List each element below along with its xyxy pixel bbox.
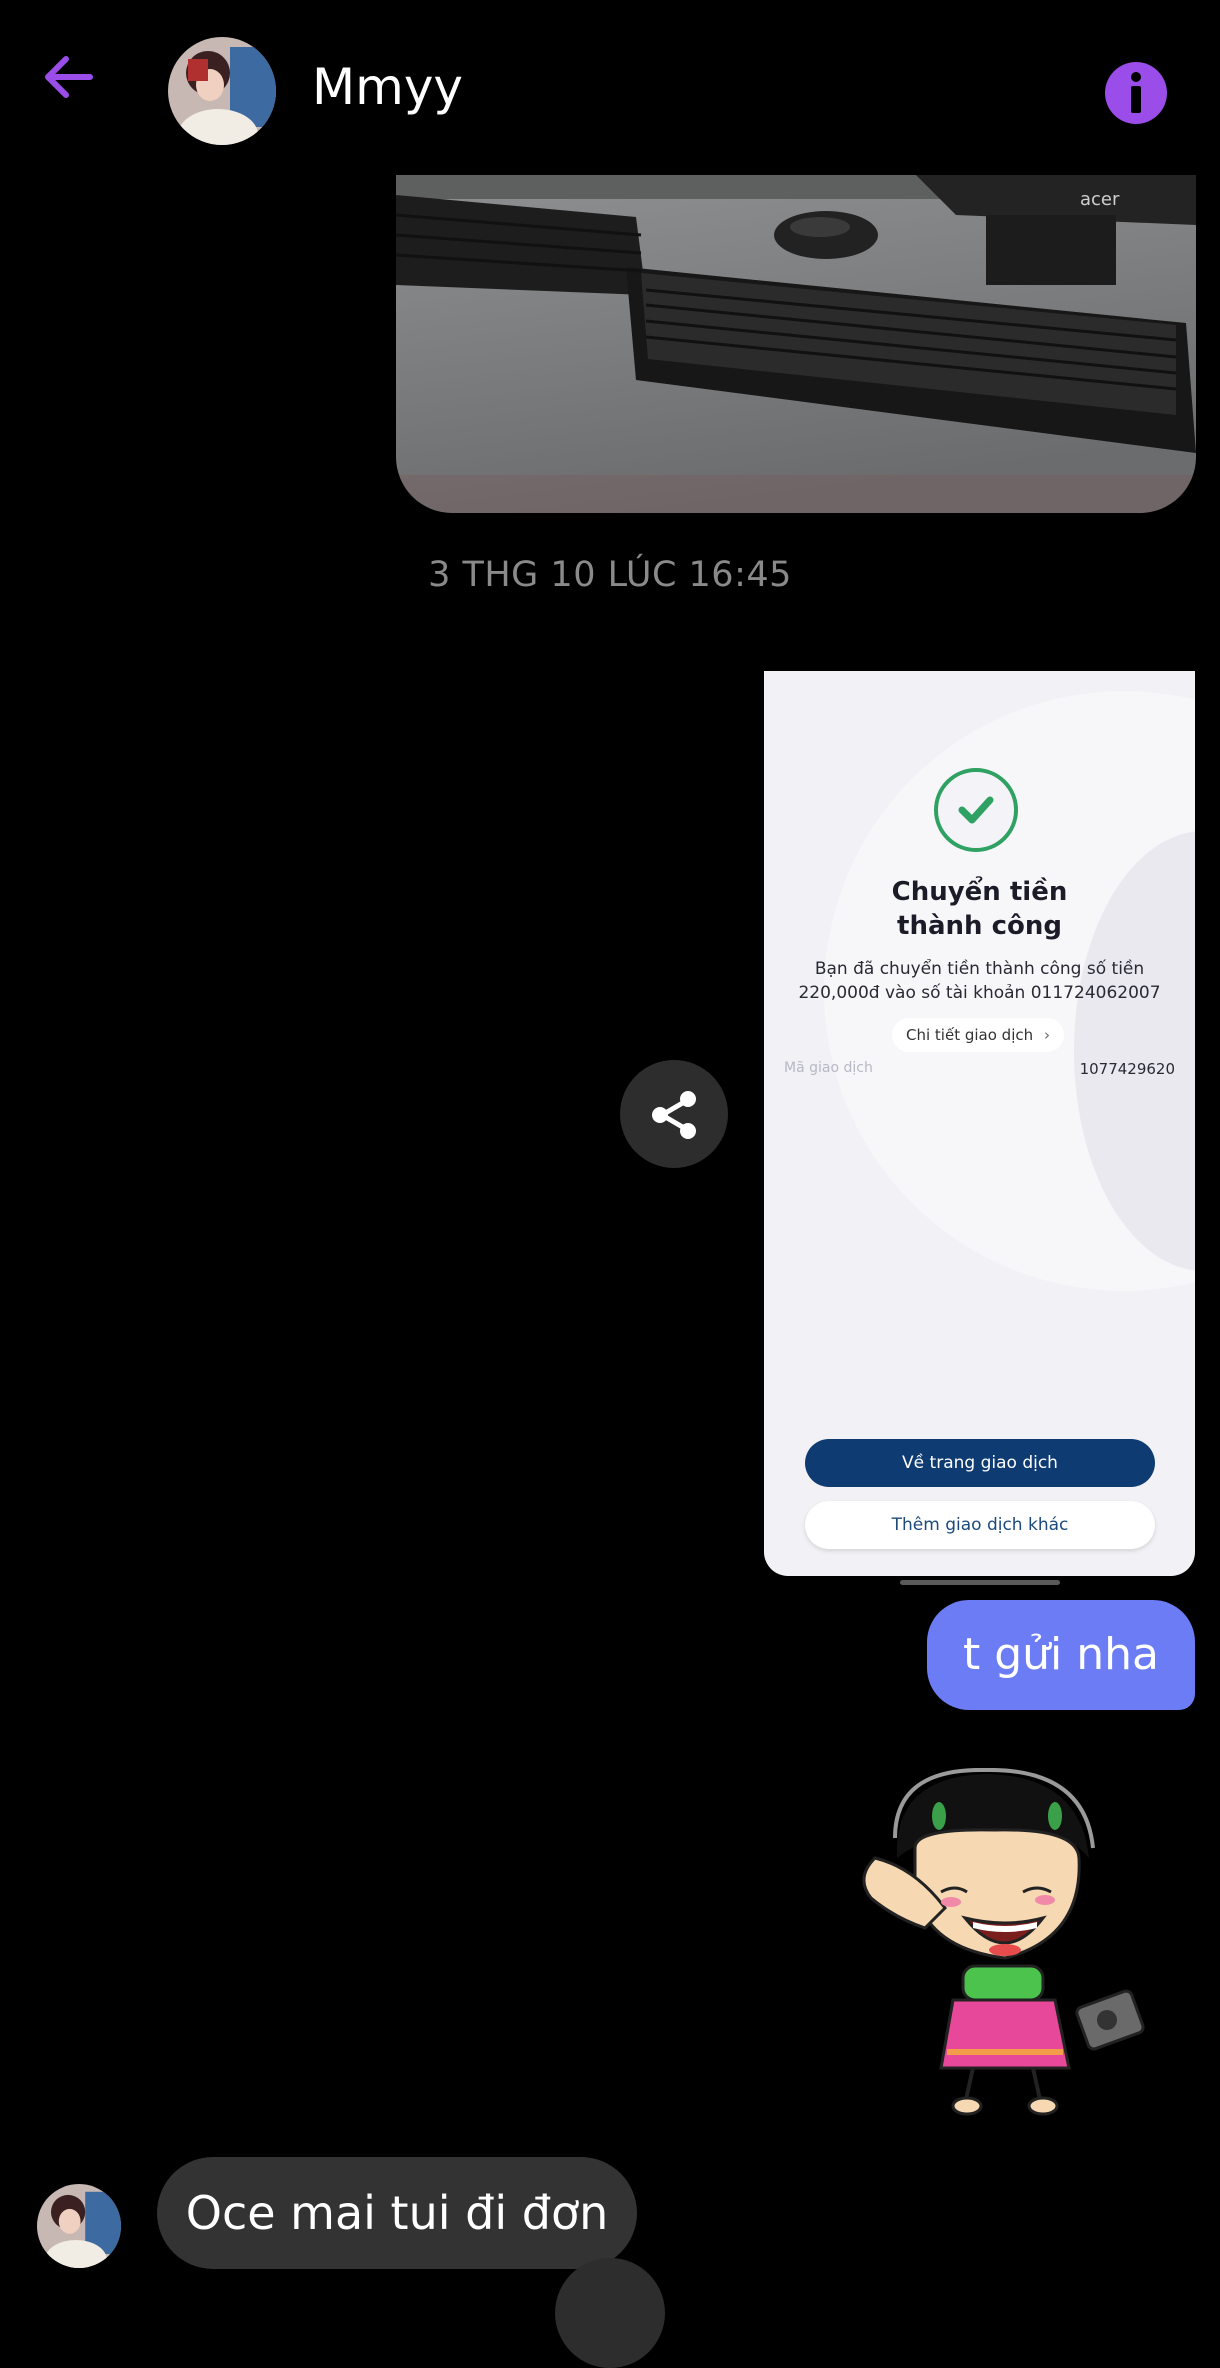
arrow-left-icon	[45, 56, 93, 98]
detail-link-label: Chi tiết giao dịch	[906, 1026, 1034, 1044]
timestamp-text: 3 THG 10 LÚC 16:45	[428, 555, 792, 595]
incoming-message-bubble[interactable]: Oce mai tui đi đơn	[157, 2157, 637, 2269]
reaction-button-partial[interactable]	[555, 2258, 665, 2368]
back-to-transactions-button: Về trang giao dịch	[805, 1439, 1155, 1487]
add-transaction-button: Thêm giao dịch khác	[805, 1501, 1155, 1549]
share-button[interactable]	[620, 1060, 728, 1168]
back-button[interactable]	[40, 52, 130, 132]
contact-avatar-small[interactable]	[37, 2184, 121, 2268]
success-check-icon	[934, 768, 1018, 852]
share-icon	[652, 1091, 696, 1139]
contact-avatar[interactable]	[168, 37, 276, 145]
transaction-code-value: 1077429620	[1079, 1060, 1175, 1078]
transfer-screenshot-message[interactable]: Chuyển tiền thành công Bạn đã chuyển tiề…	[764, 671, 1195, 1576]
transfer-desc-line1: Bạn đã chuyển tiền thành công số tiền	[814, 959, 1145, 979]
transaction-detail-link: Chi tiết giao dịch ›	[892, 1018, 1064, 1052]
transaction-code-label: Mã giao dịch	[784, 1060, 873, 1076]
photo-message[interactable]: acer	[396, 175, 1196, 513]
info-icon	[1105, 62, 1167, 124]
screenshot-home-indicator	[900, 1580, 1060, 1585]
contact-name[interactable]: Mmyy	[312, 58, 463, 116]
monitor-brand: acer	[1080, 189, 1120, 210]
outgoing-message-bubble[interactable]: t gửi nha	[927, 1600, 1195, 1710]
transfer-title-line2: thành công	[897, 911, 1062, 941]
chevron-right-icon: ›	[1044, 1026, 1050, 1044]
transfer-title-line1: Chuyển tiền	[891, 877, 1068, 907]
info-button[interactable]	[1100, 57, 1172, 129]
message-timestamp: 3 THG 10 LÚC 16:45	[0, 555, 1220, 595]
transfer-desc-line2: 220,000đ vào số tài khoản 011724062007	[798, 983, 1161, 1003]
sticker-message[interactable]	[855, 1767, 1161, 2118]
